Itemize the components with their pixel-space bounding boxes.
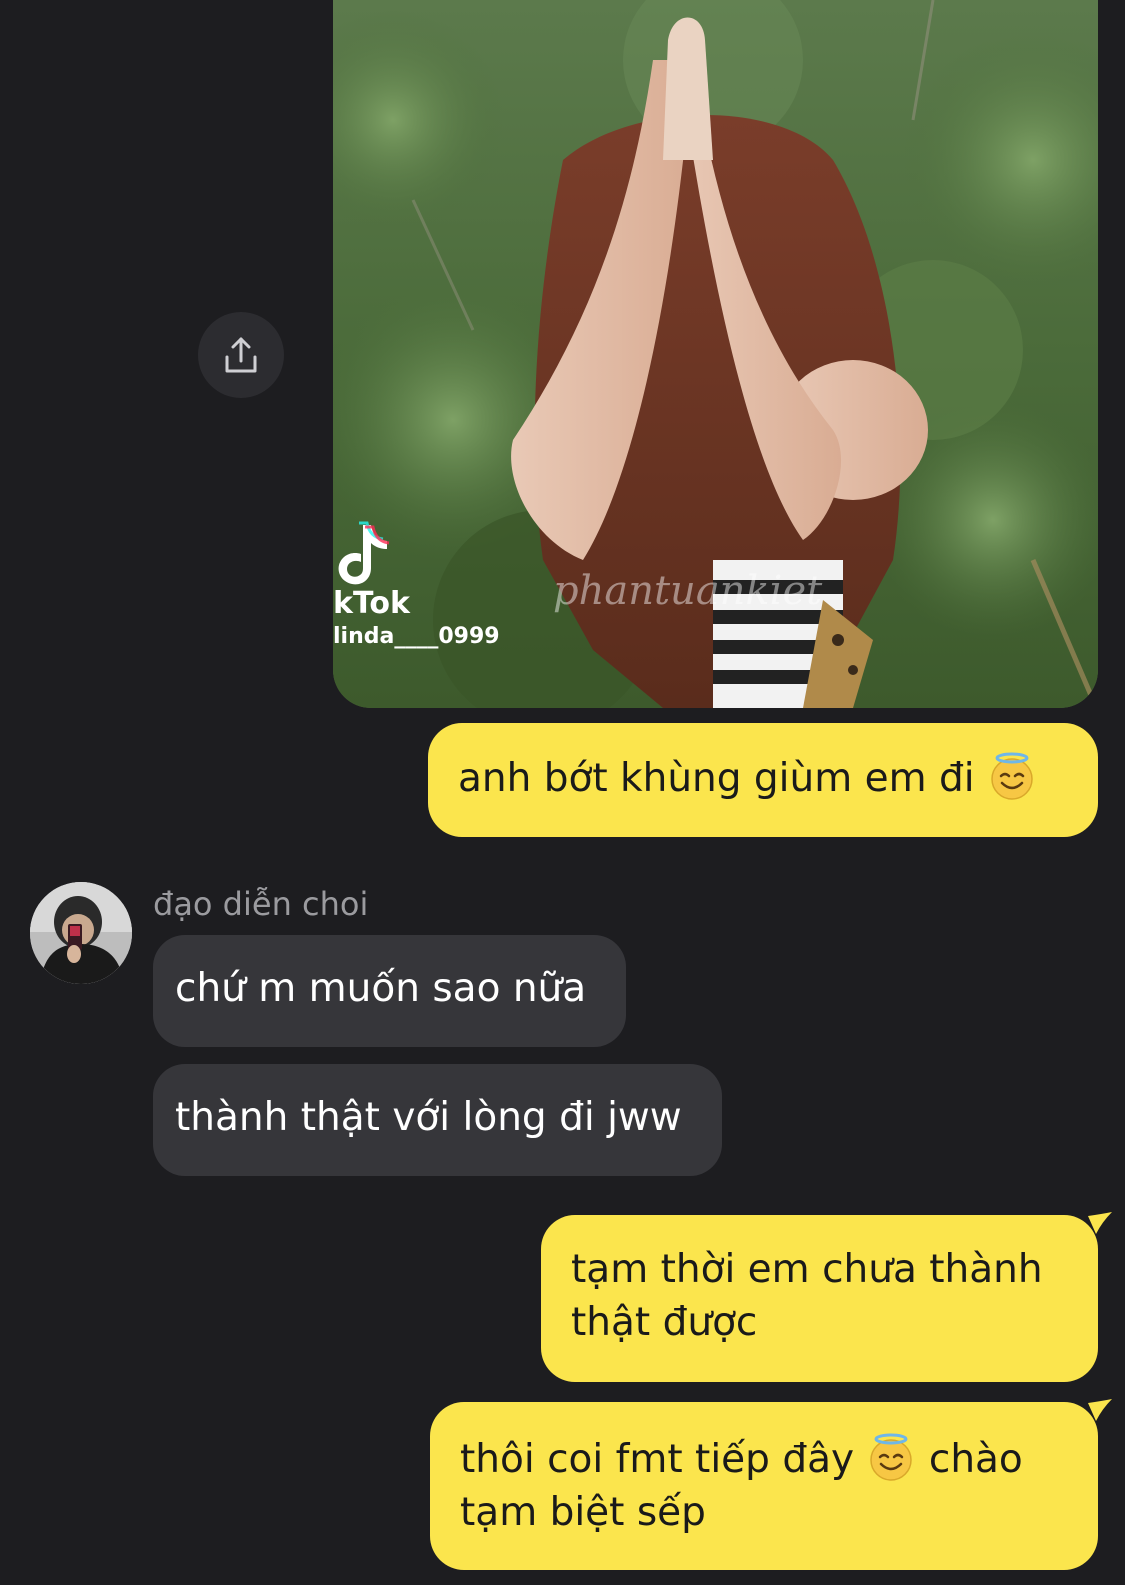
- watermark-brand: kTok: [333, 586, 410, 621]
- avatar[interactable]: [30, 882, 132, 984]
- chat-screen: kTok linda____0999 phantuankiet anh bớt …: [0, 0, 1125, 1585]
- message-text: thành thật với lòng đi jww: [175, 1095, 682, 1140]
- overlay-watermark: phantuankiet: [553, 568, 823, 614]
- share-icon: [225, 337, 257, 373]
- message-bubble-outgoing[interactable]: thôi coi fmt tiếp đây chào tạm biệt sếp: [430, 1402, 1098, 1570]
- message-text: tạm thời em chưa thành thật được: [571, 1247, 1043, 1345]
- bubble-tail: [1088, 1212, 1112, 1234]
- message-bubble-outgoing[interactable]: tạm thời em chưa thành thật được: [541, 1215, 1098, 1382]
- message-text: chứ m muốn sao nữa: [175, 966, 587, 1011]
- message-bubble-incoming[interactable]: chứ m muốn sao nữa: [153, 935, 626, 1047]
- bubble-tail: [1088, 1399, 1112, 1421]
- message-bubble-incoming[interactable]: thành thật với lòng đi jww: [153, 1064, 722, 1176]
- video-thumbnail[interactable]: kTok linda____0999 phantuankiet: [333, 0, 1098, 708]
- share-button[interactable]: [198, 312, 284, 398]
- tiktok-logo-icon: [338, 521, 390, 585]
- message-text: thôi coi fmt tiếp đây: [460, 1437, 855, 1482]
- halo-smile-emoji-icon: [870, 1433, 913, 1481]
- avatar-image: [30, 882, 132, 984]
- watermark-user: linda____0999: [333, 624, 500, 649]
- message-text: anh bớt khùng giùm em đi: [458, 756, 975, 801]
- halo-smile-emoji-icon: [991, 752, 1033, 800]
- sender-name: đạo diễn choi: [153, 885, 369, 923]
- message-bubble-outgoing[interactable]: anh bớt khùng giùm em đi: [428, 723, 1098, 837]
